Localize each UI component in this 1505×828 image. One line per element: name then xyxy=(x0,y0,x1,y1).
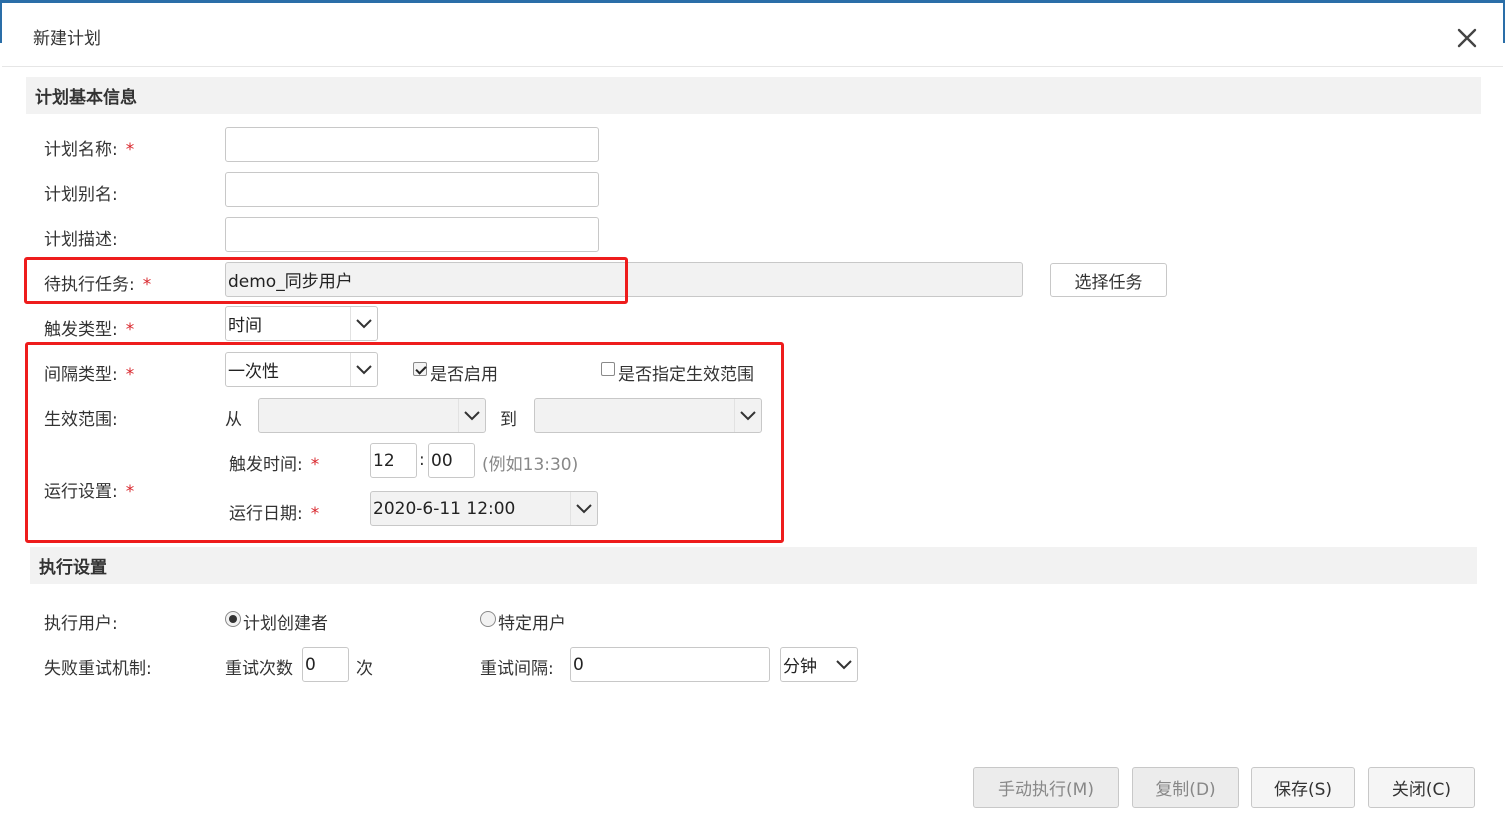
retry-unit-value: 分钟 xyxy=(783,657,817,677)
interval-type-select[interactable]: 一次性 xyxy=(225,352,378,387)
chevron-down-icon xyxy=(570,492,597,525)
time-separator: : xyxy=(419,450,425,470)
chevron-down-icon xyxy=(458,399,485,432)
radio-plan-creator[interactable] xyxy=(225,611,241,627)
pending-task-label: 待执行任务: * xyxy=(44,275,152,295)
plan-name-input[interactable] xyxy=(225,127,599,162)
trigger-time-label: 触发时间: * xyxy=(229,455,320,475)
trigger-type-value: 时间 xyxy=(228,316,262,336)
trigger-type-label: 触发类型: * xyxy=(44,320,135,340)
range-to-select[interactable] xyxy=(534,398,762,433)
retry-count-input[interactable]: 0 xyxy=(302,647,349,682)
section-exec-settings-title: 执行设置 xyxy=(39,558,107,578)
close-icon[interactable] xyxy=(1454,25,1480,51)
select-task-button[interactable]: 选择任务 xyxy=(1050,263,1167,297)
retry-count-label: 重试次数 xyxy=(225,659,293,679)
chevron-down-icon xyxy=(734,399,761,432)
hour-input[interactable]: 12 xyxy=(370,443,417,478)
pending-task-input[interactable]: demo_同步用户 xyxy=(225,262,1023,297)
run-date-value: 2020-6-11 12:00 xyxy=(373,498,516,519)
time-hint: (例如13:30) xyxy=(482,455,579,475)
specify-range-label: 是否指定生效范围 xyxy=(618,365,754,385)
enable-label: 是否启用 xyxy=(430,365,498,385)
radio-specific-user[interactable] xyxy=(480,611,496,627)
section-exec-settings: 执行设置 xyxy=(30,547,1477,584)
run-settings-label: 运行设置: * xyxy=(44,482,135,502)
plan-name-label: 计划名称: * xyxy=(44,140,135,160)
plan-creator-label: 计划创建者 xyxy=(243,614,328,634)
trigger-type-select[interactable]: 时间 xyxy=(225,306,378,341)
plan-alias-label: 计划别名: xyxy=(44,185,118,205)
required-mark: * xyxy=(125,482,135,502)
section-basic-info: 计划基本信息 xyxy=(26,77,1481,114)
specify-range-checkbox[interactable] xyxy=(601,362,615,376)
run-date-label: 运行日期: * xyxy=(229,504,320,524)
dialog-title: 新建计划 xyxy=(33,29,101,49)
required-mark: * xyxy=(310,504,320,524)
save-button[interactable]: 保存(S) xyxy=(1251,767,1355,808)
retry-count-unit: 次 xyxy=(356,659,373,679)
required-mark: * xyxy=(125,365,135,385)
retry-label: 失败重试机制: xyxy=(44,659,152,679)
run-date-select[interactable]: 2020-6-11 12:00 xyxy=(370,491,598,526)
required-mark: * xyxy=(125,320,135,340)
range-from-label: 从 xyxy=(225,410,242,430)
close-button[interactable]: 关闭(C) xyxy=(1368,767,1475,808)
chevron-down-icon xyxy=(830,648,857,681)
section-basic-info-title: 计划基本信息 xyxy=(35,88,137,108)
retry-unit-select[interactable]: 分钟 xyxy=(780,647,858,682)
exec-user-label: 执行用户: xyxy=(44,614,118,634)
chevron-down-icon xyxy=(350,353,377,386)
required-mark: * xyxy=(125,140,135,160)
required-mark: * xyxy=(142,275,152,295)
required-mark: * xyxy=(310,455,320,475)
interval-type-value: 一次性 xyxy=(228,362,279,382)
chevron-down-icon xyxy=(350,307,377,340)
range-from-select[interactable] xyxy=(258,398,486,433)
dialog-titlebar: 新建计划 xyxy=(2,3,1503,67)
copy-button[interactable]: 复制(D) xyxy=(1132,767,1239,808)
plan-desc-input[interactable] xyxy=(225,217,599,252)
plan-alias-input[interactable] xyxy=(225,172,599,207)
range-to-label: 到 xyxy=(500,410,517,430)
plan-desc-label: 计划描述: xyxy=(44,230,118,250)
manual-run-button[interactable]: 手动执行(M) xyxy=(973,767,1119,808)
retry-interval-input[interactable]: 0 xyxy=(570,647,770,682)
enable-checkbox[interactable] xyxy=(413,362,427,376)
minute-input[interactable]: 00 xyxy=(428,443,475,478)
specific-user-label: 特定用户 xyxy=(498,614,566,634)
retry-interval-label: 重试间隔: xyxy=(480,659,554,679)
effective-range-label: 生效范围: xyxy=(44,410,118,430)
interval-type-label: 间隔类型: * xyxy=(44,365,135,385)
